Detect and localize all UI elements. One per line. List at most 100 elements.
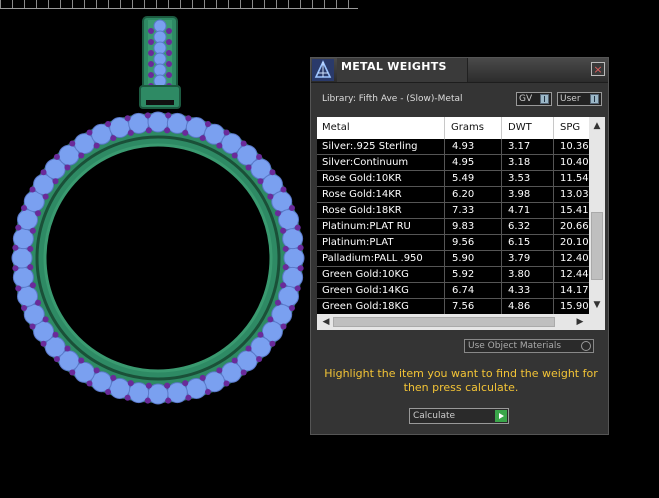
table-row[interactable]: Platinum:PLAT 9.56 6.15 20.10 <box>317 235 589 251</box>
vertical-scrollbar[interactable]: ▲ ▼ <box>589 117 605 314</box>
scroll-down-icon[interactable]: ▼ <box>589 298 605 312</box>
table-row[interactable]: Palladium:PALL .950 5.90 3.79 12.40 <box>317 251 589 267</box>
column-header-metal[interactable]: Metal <box>322 122 350 133</box>
prong <box>42 193 49 200</box>
dwt-cell: 3.98 <box>508 189 531 200</box>
prong <box>21 304 28 311</box>
gemstone <box>153 63 167 77</box>
prong <box>78 357 85 364</box>
dwt-cell: 3.53 <box>508 173 531 184</box>
column-divider <box>501 155 502 171</box>
prong <box>124 115 131 122</box>
prong <box>144 112 151 119</box>
metal-cell: Silver:Continuum <box>322 157 409 168</box>
prong <box>127 129 134 136</box>
prong <box>269 340 276 347</box>
table-row[interactable]: Silver:.925 Sterling 4.93 3.17 10.36 <box>317 139 589 155</box>
prong <box>216 367 223 374</box>
prong <box>148 72 154 78</box>
column-divider <box>444 251 445 267</box>
metal-cell: Platinum:PLAT RU <box>322 221 411 232</box>
column-divider <box>444 299 445 314</box>
prong <box>274 299 281 306</box>
metal-cell: Rose Gold:18KR <box>322 205 402 216</box>
grams-cell: 7.56 <box>452 301 475 312</box>
prong <box>27 264 34 271</box>
column-divider <box>501 235 502 251</box>
prong <box>148 50 154 56</box>
scroll-right-icon[interactable]: ▶ <box>573 314 587 330</box>
column-divider <box>553 203 554 219</box>
dwt-cell: 3.17 <box>508 141 531 152</box>
use-object-materials-toggle[interactable]: Use Object Materials <box>464 339 594 353</box>
prong <box>297 244 304 251</box>
prong <box>280 323 287 330</box>
horizontal-scroll-thumb[interactable] <box>333 317 555 327</box>
column-divider <box>444 283 445 299</box>
prong <box>35 299 42 306</box>
checkbox-icon[interactable] <box>581 341 591 351</box>
prong <box>40 340 47 347</box>
prong <box>110 374 117 381</box>
pendant-render[interactable] <box>0 0 310 498</box>
table-row[interactable]: Green Gold:18KG 7.56 4.86 15.90 <box>317 299 589 314</box>
scroll-up-icon[interactable]: ▲ <box>589 119 605 133</box>
metal-cell: Palladium:PALL .950 <box>322 253 423 264</box>
column-divider <box>553 235 554 251</box>
user-dropdown[interactable]: User <box>557 92 602 106</box>
gemstone <box>271 191 293 213</box>
close-icon[interactable]: × <box>591 62 605 76</box>
metal-table: Metal Grams DWT SPG Silver:.925 Sterling… <box>317 117 605 330</box>
metal-cell: Rose Gold:14KR <box>322 189 402 200</box>
column-header-grams[interactable]: Grams <box>451 122 484 133</box>
prong <box>223 380 230 387</box>
column-divider <box>553 219 554 235</box>
prong <box>166 28 172 34</box>
prong <box>231 152 238 159</box>
scroll-left-icon[interactable]: ◀ <box>319 314 333 330</box>
gemstone <box>91 123 113 145</box>
prong <box>297 265 304 272</box>
ruler-tick <box>348 0 349 8</box>
column-divider <box>553 283 554 299</box>
table-row[interactable]: Rose Gold:18KR 7.33 4.71 15.41 <box>317 203 589 219</box>
prong <box>148 28 154 34</box>
prong <box>105 121 112 128</box>
table-row[interactable]: Green Gold:14KG 6.74 4.33 14.17 <box>317 283 589 299</box>
gemstone <box>23 303 45 325</box>
prong <box>240 369 247 376</box>
prong <box>35 210 42 217</box>
prong <box>165 397 172 404</box>
table-row[interactable]: Platinum:PLAT RU 9.83 6.32 20.66 <box>317 219 589 235</box>
table-row[interactable]: Rose Gold:14KR 6.20 3.98 13.03 <box>317 187 589 203</box>
prong <box>166 61 172 67</box>
gv-dropdown[interactable]: GV <box>516 92 552 106</box>
table-row[interactable]: Rose Gold:10KR 5.49 3.53 11.54 <box>317 171 589 187</box>
prong <box>21 205 28 212</box>
prong <box>105 388 112 395</box>
prong <box>182 380 189 387</box>
prong <box>185 115 192 122</box>
prong <box>294 285 301 292</box>
prong <box>282 264 289 271</box>
vertical-scroll-thumb[interactable] <box>591 212 603 280</box>
prong <box>267 316 274 323</box>
prong <box>257 178 264 185</box>
prong <box>280 186 287 193</box>
horizontal-scrollbar[interactable]: ◀ ▶ <box>317 314 605 330</box>
column-header-spg[interactable]: SPG <box>560 122 580 133</box>
column-header-dwt[interactable]: DWT <box>508 122 532 133</box>
panel-titlebar[interactable]: METAL WEIGHTS × <box>311 58 608 83</box>
column-divider <box>553 139 554 155</box>
gv-dropdown-value: GV <box>519 94 533 104</box>
metal-cell: Green Gold:10KG <box>322 269 409 280</box>
table-row[interactable]: Green Gold:10KG 5.92 3.80 12.44 <box>317 267 589 283</box>
table-row[interactable]: Silver:Continuum 4.95 3.18 10.40 <box>317 155 589 171</box>
calculate-button[interactable]: Calculate <box>409 408 509 424</box>
gemstone <box>203 371 225 393</box>
gemstone <box>153 30 167 44</box>
prong <box>164 382 171 389</box>
user-dropdown-value: User <box>560 94 581 104</box>
spg-cell: 12.40 <box>560 253 589 264</box>
prong <box>294 224 301 231</box>
